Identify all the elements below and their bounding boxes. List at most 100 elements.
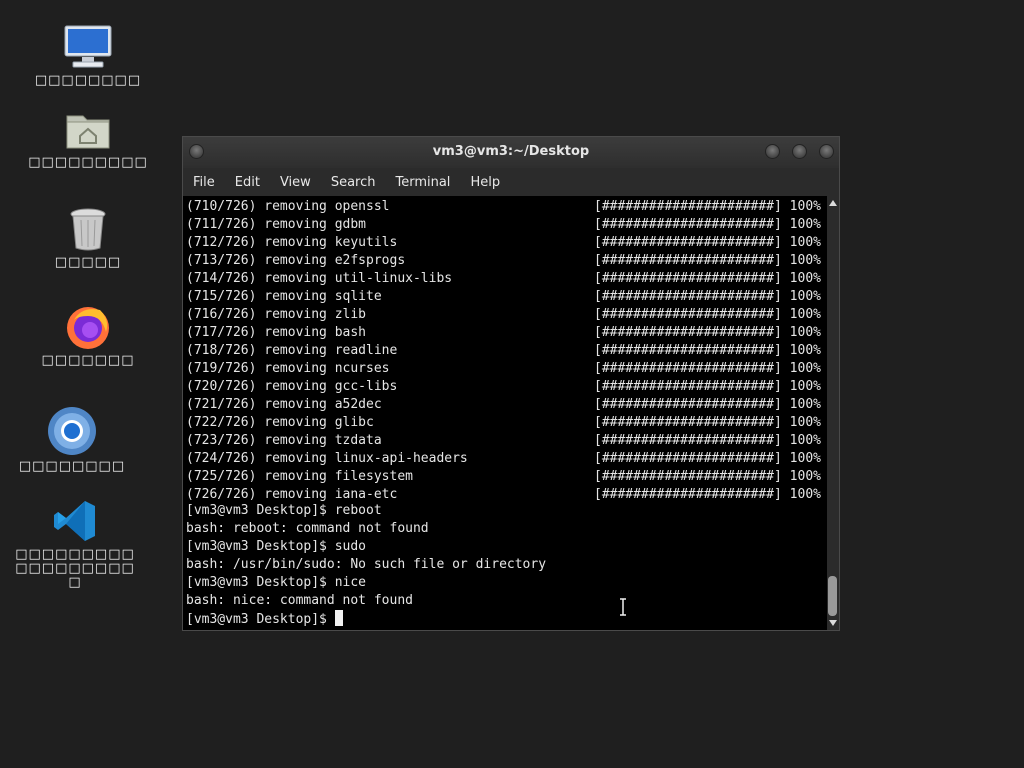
progress-indicator: [######################] 100% — [594, 270, 821, 288]
progress-indicator: [######################] 100% — [594, 234, 821, 252]
terminal-line: (716/726) removing zlib — [186, 307, 367, 322]
progress-percent: 100% — [789, 217, 821, 232]
terminal-line: (720/726) removing gcc-libs — [186, 379, 398, 394]
terminal-line: (715/726) removing sqlite — [186, 289, 382, 304]
menu-bar: File Edit View Search Terminal Help — [183, 168, 839, 196]
desktop-icon-label: □□□□□□□□ — [18, 459, 126, 474]
progress-bar-text: [######################] — [594, 343, 782, 358]
scroll-up-arrow-icon[interactable] — [829, 200, 837, 206]
vscode-icon — [52, 492, 98, 544]
menu-file[interactable]: File — [193, 175, 215, 190]
terminal-prompt: [vm3@vm3 Desktop]$ — [186, 612, 335, 627]
firefox-icon — [64, 298, 112, 350]
terminal-line: bash: reboot: command not found — [186, 521, 429, 536]
menu-help[interactable]: Help — [470, 175, 500, 190]
terminal-line: (725/726) removing filesystem — [186, 469, 413, 484]
progress-bar-text: [######################] — [594, 253, 782, 268]
progress-percent: 100% — [789, 433, 821, 448]
progress-indicator: [######################] 100% — [594, 324, 821, 342]
desktop-icon-computer[interactable]: □□□□□□□□ — [13, 18, 163, 88]
progress-bar-text: [######################] — [594, 271, 782, 286]
progress-percent: 100% — [789, 307, 821, 322]
progress-indicator: [######################] 100% — [594, 450, 821, 468]
terminal-line: (710/726) removing openssl — [186, 199, 390, 214]
terminal-line: (721/726) removing a52dec — [186, 397, 382, 412]
progress-percent: 100% — [789, 487, 821, 502]
progress-bar-text: [######################] — [594, 235, 782, 250]
progress-percent: 100% — [789, 343, 821, 358]
trash-icon — [68, 200, 108, 252]
minimize-button[interactable] — [765, 144, 780, 159]
title-bar[interactable]: vm3@vm3:~/Desktop — [183, 137, 839, 168]
progress-indicator: [######################] 100% — [594, 378, 821, 396]
home-folder-icon — [64, 100, 112, 152]
desktop-icon-chromium[interactable]: □□□□□□□□ — [0, 404, 147, 474]
progress-bar-text: [######################] — [594, 361, 782, 376]
progress-bar-text: [######################] — [594, 469, 782, 484]
terminal-line: (719/726) removing ncurses — [186, 361, 390, 376]
progress-bar-text: [######################] — [594, 415, 782, 430]
desktop-icon-firefox[interactable]: □□□□□□□ — [13, 298, 163, 368]
text-cursor — [334, 610, 343, 626]
terminal-line: (723/726) removing tzdata — [186, 433, 382, 448]
progress-bar-text: [######################] — [594, 199, 782, 214]
terminal-line: [vm3@vm3 Desktop]$ nice — [186, 575, 367, 590]
progress-bar-text: [######################] — [594, 433, 782, 448]
chromium-icon — [47, 404, 97, 456]
desktop-icon-vscode[interactable]: □□□□□□□□□□□□□□□□□□□ — [0, 492, 150, 590]
progress-percent: 100% — [789, 469, 821, 484]
close-button[interactable] — [819, 144, 834, 159]
window-title: vm3@vm3:~/Desktop — [432, 144, 590, 159]
terminal-line: (714/726) removing util-linux-libs — [186, 271, 453, 286]
progress-indicator: [######################] 100% — [594, 414, 821, 432]
computer-icon — [63, 18, 113, 70]
progress-bar-text: [######################] — [594, 307, 782, 322]
progress-indicator: [######################] 100% — [594, 468, 821, 486]
progress-indicator: [######################] 100% — [594, 198, 821, 216]
progress-indicator: [######################] 100% — [594, 216, 821, 234]
menu-search[interactable]: Search — [331, 175, 376, 190]
desktop-icon-label: □□□□□□□□ — [34, 73, 142, 88]
desktop-icon-trash[interactable]: □□□□□ — [13, 200, 163, 270]
terminal-line: (724/726) removing linux-api-headers — [186, 451, 468, 466]
progress-bar-text: [######################] — [594, 325, 782, 340]
terminal-line: bash: /usr/bin/sudo: No such file or dir… — [186, 557, 547, 572]
menu-view[interactable]: View — [280, 175, 311, 190]
terminal-output[interactable]: (710/726) removing openssl [#############… — [183, 196, 827, 630]
scroll-down-arrow-icon[interactable] — [829, 620, 837, 626]
progress-indicator: [######################] 100% — [594, 360, 821, 378]
progress-indicator: [######################] 100% — [594, 288, 821, 306]
desktop-icon-label: □□□□□□□□□□□□□□□□□□□ — [15, 547, 135, 590]
progress-percent: 100% — [789, 415, 821, 430]
progress-indicator: [######################] 100% — [594, 306, 821, 324]
progress-percent: 100% — [789, 361, 821, 376]
progress-percent: 100% — [789, 253, 821, 268]
progress-bar-text: [######################] — [594, 379, 782, 394]
progress-percent: 100% — [789, 199, 821, 214]
terminal-line: bash: nice: command not found — [186, 593, 413, 608]
terminal-line: (713/726) removing e2fsprogs — [186, 253, 406, 268]
terminal-line: (717/726) removing bash — [186, 325, 367, 340]
terminal-line: (711/726) removing gdbm — [186, 217, 367, 232]
progress-indicator: [######################] 100% — [594, 486, 821, 504]
desktop-icon-home[interactable]: □□□□□□□□□ — [13, 100, 163, 170]
menu-terminal[interactable]: Terminal — [395, 175, 450, 190]
desktop-icon-label: □□□□□□□ — [41, 353, 135, 368]
terminal-window[interactable]: vm3@vm3:~/Desktop File Edit View Search … — [182, 136, 840, 631]
terminal-line: (722/726) removing glibc — [186, 415, 374, 430]
scrollbar[interactable] — [827, 196, 839, 630]
desktop-icon-label: □□□□□□□□□ — [28, 155, 148, 170]
progress-bar-text: [######################] — [594, 451, 782, 466]
progress-percent: 100% — [789, 271, 821, 286]
progress-bar-text: [######################] — [594, 289, 782, 304]
progress-bar-text: [######################] — [594, 217, 782, 232]
progress-percent: 100% — [789, 235, 821, 250]
progress-indicator: [######################] 100% — [594, 396, 821, 414]
progress-bar-text: [######################] — [594, 397, 782, 412]
scrollbar-thumb[interactable] — [828, 576, 837, 616]
maximize-button[interactable] — [792, 144, 807, 159]
desktop-icon-label: □□□□□ — [54, 255, 122, 270]
terminal-line: (712/726) removing keyutils — [186, 235, 398, 250]
menu-edit[interactable]: Edit — [235, 175, 260, 190]
terminal-prompt-line[interactable]: [vm3@vm3 Desktop]$ — [186, 610, 343, 628]
